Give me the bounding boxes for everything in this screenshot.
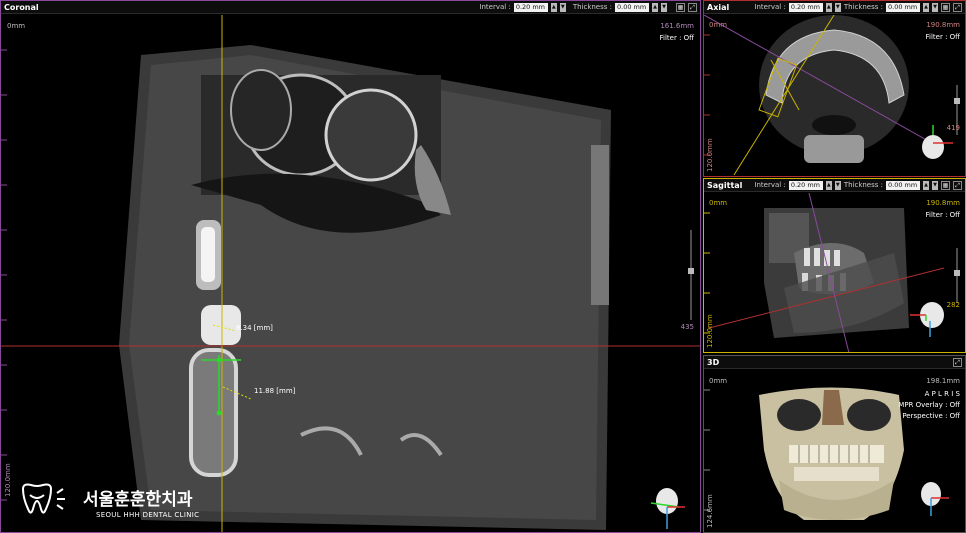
thickness-input[interactable]: 0.00 mm xyxy=(886,180,920,190)
sagittal-view[interactable]: Sagittal Interval : 0.20 mm ▲ ▼ Thicknes… xyxy=(703,178,966,353)
orientation-head-icon[interactable] xyxy=(917,480,953,520)
coronal-title: Coronal xyxy=(4,2,39,12)
perspective-status[interactable]: Perspective : Off xyxy=(902,412,960,420)
coronal-extent-label: 161.6mm xyxy=(660,22,694,30)
axial-extent-label: 190.8mm xyxy=(926,21,960,29)
interval-up-button[interactable]: ▲ xyxy=(825,180,832,190)
axial-filter-status: Filter : Off xyxy=(925,33,960,41)
axial-image-area[interactable]: 0mm 190.8mm Filter : Off 419 120.0mm xyxy=(704,15,965,176)
thickness-up-button[interactable]: ▲ xyxy=(923,180,929,190)
thickness-input[interactable]: 0.00 mm xyxy=(886,2,920,12)
axial-origin-label: 0mm xyxy=(709,21,728,29)
sagittal-image-area[interactable]: 0mm 190.8mm Filter : Off 282 120.0mm xyxy=(704,193,965,352)
grid-layout-button[interactable]: ▦ xyxy=(941,2,950,12)
grid-layout-button[interactable]: ▦ xyxy=(941,180,950,190)
axial-side-ruler: 120.0mm xyxy=(706,138,714,172)
thickness-up-button[interactable]: ▲ xyxy=(652,2,658,12)
interval-down-button[interactable]: ▼ xyxy=(834,180,841,190)
mpr-overlay-status[interactable]: MPR Overlay : Off xyxy=(898,401,960,409)
maximize-button[interactable]: ⤢ xyxy=(953,357,962,367)
cbct-viewer: Coronal Interval : 0.20 mm ▲ ▼ Thickness… xyxy=(0,0,966,533)
thickness-down-button[interactable]: ▼ xyxy=(932,2,938,12)
view-3d-title: 3D xyxy=(707,357,720,367)
coronal-image-area[interactable]: 0mm 161.6mm Filter : Off 435 120.0mm 8.3… xyxy=(1,15,700,532)
maximize-button[interactable]: ⤢ xyxy=(953,2,962,12)
interval-label: Interval : xyxy=(754,181,786,189)
thickness-label: Thickness : xyxy=(843,3,883,11)
axial-toolbar: Axial Interval : 0.20 mm ▲ ▼ Thickness :… xyxy=(704,1,965,14)
coronal-origin-label: 0mm xyxy=(7,22,26,30)
view-3d-origin-label: 0mm xyxy=(709,377,728,385)
thickness-input[interactable]: 0.00 mm xyxy=(615,2,649,12)
thickness-up-button[interactable]: ▲ xyxy=(923,2,929,12)
interval-down-button[interactable]: ▼ xyxy=(559,2,566,12)
axial-title: Axial xyxy=(707,2,730,12)
sagittal-toolbar: Sagittal Interval : 0.20 mm ▲ ▼ Thicknes… xyxy=(704,179,965,192)
interval-down-button[interactable]: ▼ xyxy=(834,2,841,12)
coronal-toolbar: Coronal Interval : 0.20 mm ▲ ▼ Thickness… xyxy=(1,1,700,14)
orientation-head-icon[interactable] xyxy=(909,301,949,341)
orientation-head-icon[interactable] xyxy=(651,485,687,529)
view-3d-image-area[interactable]: 0mm 198.1mm A P L R I S MPR Overlay : Of… xyxy=(704,370,965,532)
sagittal-side-ruler: 120.0mm xyxy=(706,314,714,348)
thickness-label: Thickness : xyxy=(843,181,883,189)
sagittal-origin-label: 0mm xyxy=(709,199,728,207)
axial-slice-index: 419 xyxy=(946,124,960,132)
coronal-filter-status: Filter : Off xyxy=(659,34,694,42)
view-3d-toolbar: 3D ⤢ xyxy=(704,356,965,369)
thickness-down-button[interactable]: ▼ xyxy=(661,2,667,12)
orientation-head-icon[interactable] xyxy=(919,133,955,163)
brand-label: A P L R I S xyxy=(924,390,960,398)
interval-input[interactable]: 0.20 mm xyxy=(513,2,548,12)
maximize-button[interactable]: ⤢ xyxy=(953,180,962,190)
grid-layout-button[interactable]: ▦ xyxy=(676,2,685,12)
view-3d[interactable]: 3D ⤢ 0mm 198.1mm A P L R I S MPR Overlay… xyxy=(703,355,966,533)
sagittal-extent-label: 190.8mm xyxy=(926,199,960,207)
interval-label: Interval : xyxy=(479,3,511,11)
sagittal-filter-status: Filter : Off xyxy=(925,211,960,219)
coronal-slice-index: 435 xyxy=(680,323,694,331)
measurement-label-2[interactable]: 11.88 [mm] xyxy=(254,387,295,395)
coronal-scan-image xyxy=(1,15,700,532)
sagittal-title: Sagittal xyxy=(707,180,743,190)
interval-up-button[interactable]: ▲ xyxy=(550,2,557,12)
view-3d-extent-label: 198.1mm xyxy=(926,377,960,385)
thickness-label: Thickness : xyxy=(572,3,612,11)
axial-view[interactable]: Axial Interval : 0.20 mm ▲ ▼ Thickness :… xyxy=(703,0,966,177)
view-3d-side-ruler: 124.6mm xyxy=(706,494,714,528)
measurement-label-1[interactable]: 8.34 [mm] xyxy=(236,324,273,332)
interval-up-button[interactable]: ▲ xyxy=(825,2,832,12)
clinic-logo-name: 서울훈훈한치과 xyxy=(83,490,193,510)
coronal-view[interactable]: Coronal Interval : 0.20 mm ▲ ▼ Thickness… xyxy=(0,0,701,533)
thickness-down-button[interactable]: ▼ xyxy=(932,180,938,190)
interval-input[interactable]: 0.20 mm xyxy=(788,2,823,12)
interval-label: Interval : xyxy=(754,3,786,11)
coronal-bottom-ruler: 120.0mm xyxy=(4,463,12,497)
clinic-logo-subtitle: SEOUL HHH DENTAL CLINIC xyxy=(96,511,200,519)
maximize-button[interactable]: ⤢ xyxy=(688,2,697,12)
interval-input[interactable]: 0.20 mm xyxy=(788,180,823,190)
